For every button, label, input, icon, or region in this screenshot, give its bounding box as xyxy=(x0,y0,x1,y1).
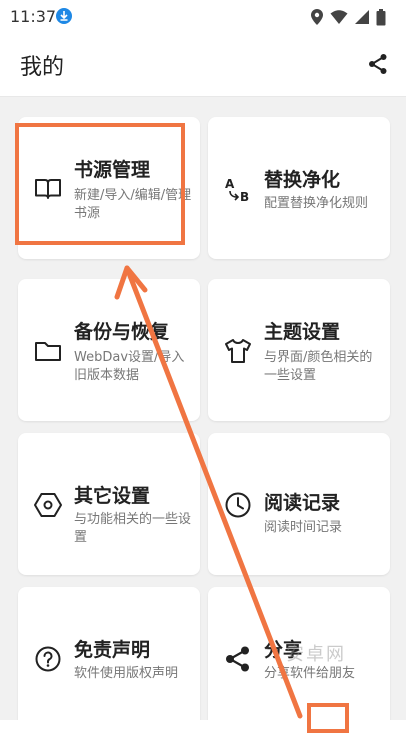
shirt-icon xyxy=(225,339,251,363)
status-bar: 11:37 xyxy=(0,0,406,34)
battery-icon xyxy=(376,8,386,30)
clock-icon xyxy=(225,492,251,518)
card-subtitle: 与功能相关的一些设置 xyxy=(74,512,192,545)
share-icon xyxy=(226,646,249,672)
card-reading-record[interactable]: 阅读记录 阅读时间记录 xyxy=(208,433,390,575)
card-disclaimer[interactable]: 免责声明 软件使用版权声明 xyxy=(18,587,200,720)
signal-icon xyxy=(354,9,370,29)
card-title: 主题设置 xyxy=(264,321,341,343)
folder-icon xyxy=(35,342,61,361)
card-title: 阅读记录 xyxy=(264,492,341,514)
share-icon xyxy=(369,54,387,74)
a-to-b-replace-icon: A B xyxy=(225,177,249,204)
app-bar: 我的 xyxy=(0,34,406,97)
card-theme-settings[interactable]: 主题设置 与界面/颜色相关的一些设置 xyxy=(208,279,390,421)
svg-text:A: A xyxy=(225,177,235,191)
highlight-box xyxy=(15,123,185,245)
card-subtitle: WebDav设置/导入旧版本数据 xyxy=(74,350,185,383)
card-title: 替换净化 xyxy=(264,169,341,191)
card-backup-restore[interactable]: 备份与恢复 WebDav设置/导入旧版本数据 xyxy=(18,279,200,421)
watermark: 安卓网 xyxy=(286,644,346,665)
card-title: 其它设置 xyxy=(74,485,151,507)
hexagon-settings-icon xyxy=(34,493,62,517)
card-subtitle: 与界面/颜色相关的一些设置 xyxy=(264,350,373,383)
card-subtitle: 软件使用版权声明 xyxy=(74,666,179,681)
highlight-box-bottom xyxy=(307,703,349,733)
wifi-icon xyxy=(330,9,348,29)
card-other-settings[interactable]: 其它设置 与功能相关的一些设置 xyxy=(18,433,200,575)
card-replace-purify[interactable]: A B 替换净化 配置替换净化规则 xyxy=(208,117,390,259)
location-icon xyxy=(310,8,324,30)
card-subtitle: 配置替换净化规则 xyxy=(264,196,369,211)
card-title: 免责声明 xyxy=(74,639,151,661)
card-subtitle: 分享软件给朋友 xyxy=(264,666,356,681)
share-button[interactable] xyxy=(362,48,394,80)
help-circle-icon xyxy=(35,646,61,672)
card-subtitle: 阅读时间记录 xyxy=(264,520,343,535)
download-icon xyxy=(56,8,72,24)
status-time: 11:37 xyxy=(10,7,57,26)
page-title: 我的 xyxy=(20,55,65,80)
card-title: 备份与恢复 xyxy=(74,321,170,343)
svg-text:B: B xyxy=(240,190,249,204)
